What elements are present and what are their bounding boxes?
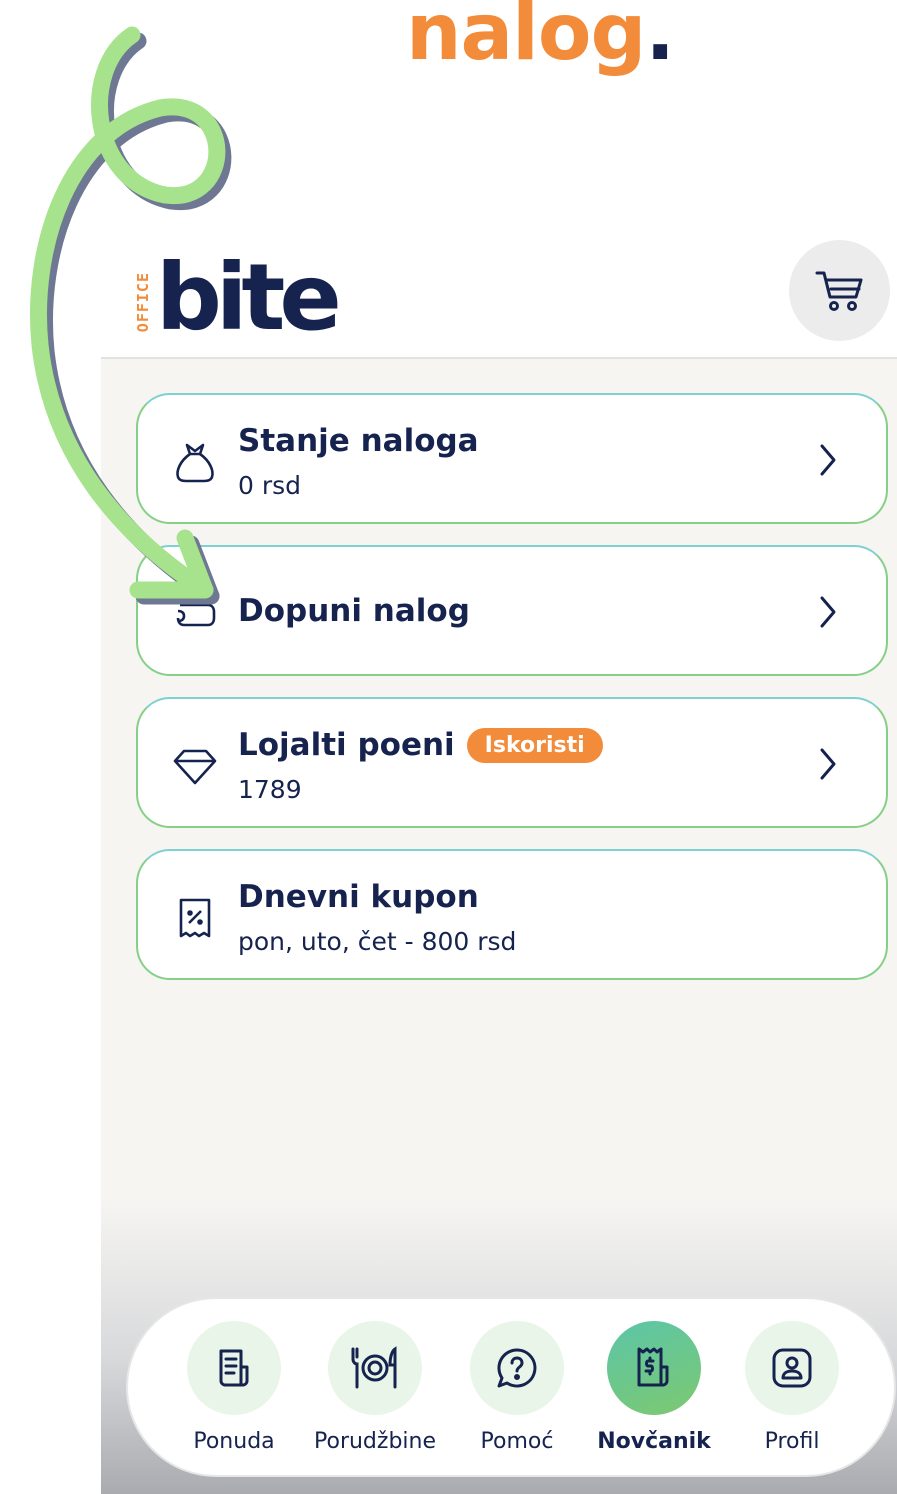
card-title-text: Lojalti poeni <box>238 727 455 763</box>
plate-icon <box>351 1346 397 1389</box>
card-title: Dnevni kupon <box>238 879 479 915</box>
nav-porudzbine[interactable]: Porudžbine <box>305 1321 445 1454</box>
nav-ponuda[interactable]: Ponuda <box>164 1321 304 1454</box>
headline: nalog. <box>0 0 897 78</box>
cart-icon <box>815 271 862 311</box>
card-title: Dopuni nalog <box>238 593 470 629</box>
headline-word: nalog <box>406 0 646 78</box>
app-logo: OFFICE bite <box>134 244 342 351</box>
nav-icon-circle <box>745 1321 839 1415</box>
card-stanje-naloga[interactable]: Stanje naloga 0 rsd <box>136 393 888 524</box>
nav-pomoc[interactable]: Pomoć <box>447 1321 587 1454</box>
logo-office: OFFICE <box>134 271 152 332</box>
nav-novcanik[interactable]: Novčanik <box>584 1321 724 1454</box>
iskoristi-badge-button[interactable]: Iskoristi <box>466 727 603 763</box>
help-icon <box>497 1348 537 1388</box>
card-dnevni-kupon[interactable]: Dnevni kupon pon, uto, čet - 800 rsd <box>136 849 888 980</box>
card-title: Lojalti poeni Iskoristi <box>238 727 603 763</box>
wallet-icon <box>176 603 216 627</box>
nav-icon-circle <box>187 1321 281 1415</box>
card-dopuni-nalog[interactable]: Dopuni nalog <box>136 545 888 676</box>
coupon-icon <box>179 898 211 938</box>
nav-icon-circle <box>470 1321 564 1415</box>
wallet-receipt-icon <box>637 1347 669 1387</box>
menu-icon <box>219 1349 249 1387</box>
headline-dot: . <box>645 0 675 78</box>
chevron-right-icon <box>820 444 836 476</box>
nav-icon-circle <box>607 1321 701 1415</box>
chevron-right-icon <box>820 596 836 628</box>
nav-label: Profil <box>764 1429 820 1454</box>
profile-icon <box>772 1348 812 1388</box>
nav-profil[interactable]: Profil <box>722 1321 862 1454</box>
nav-label: Pomoć <box>480 1429 554 1454</box>
bottom-navigation: Ponuda Porudžbine Pomoć Novčanik Profil <box>126 1297 896 1477</box>
nav-label: Porudžbine <box>314 1429 436 1454</box>
nav-label: Novčanik <box>597 1429 711 1454</box>
card-lojalti-poeni[interactable]: Lojalti poeni Iskoristi 1789 <box>136 697 888 828</box>
nav-label: Ponuda <box>193 1429 275 1454</box>
card-subtitle: 1789 <box>238 775 302 804</box>
logo-bite: bite <box>156 244 342 351</box>
card-subtitle: 0 rsd <box>238 471 302 500</box>
card-title: Stanje naloga <box>238 423 479 459</box>
nav-icon-circle <box>328 1321 422 1415</box>
diamond-icon <box>173 749 217 785</box>
chevron-right-icon <box>820 748 836 780</box>
header-divider <box>101 357 897 359</box>
money-bag-icon <box>176 443 214 483</box>
card-subtitle: pon, uto, čet - 800 rsd <box>238 927 517 956</box>
cart-button[interactable] <box>789 240 890 341</box>
